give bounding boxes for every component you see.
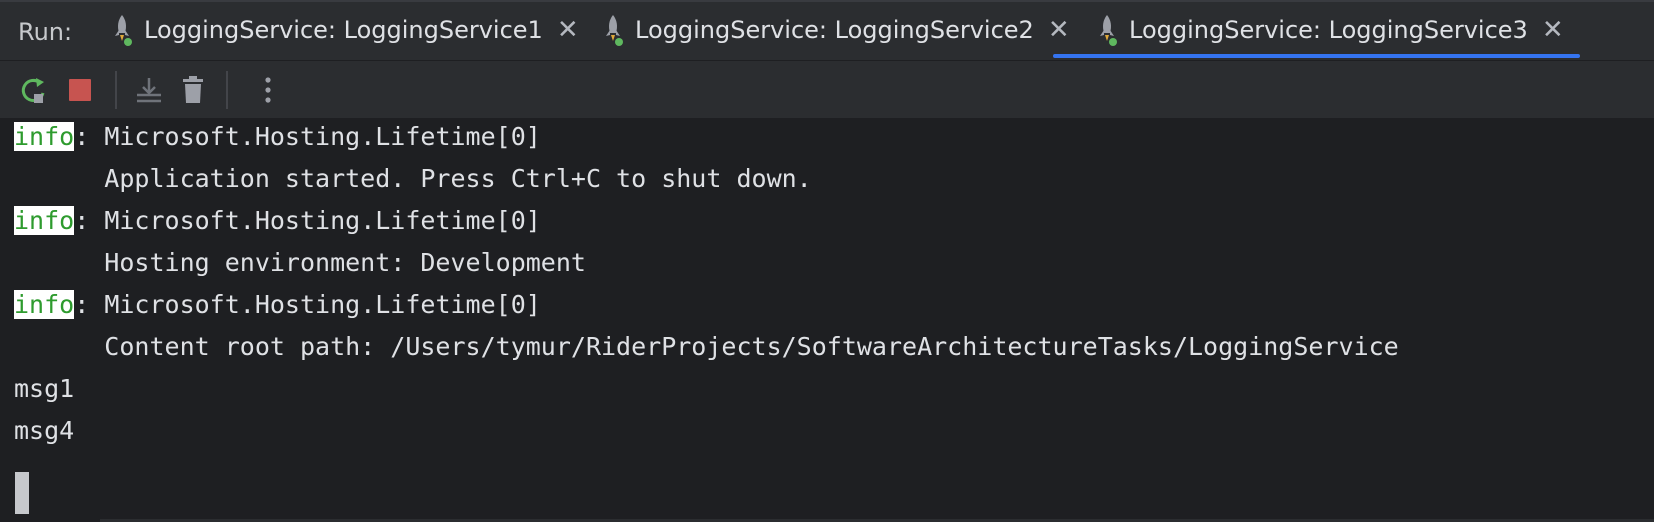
console-line: info: Microsoft.Hosting.Lifetime[0] — [14, 204, 541, 238]
stop-icon — [69, 79, 91, 101]
console-line: msg1 — [14, 374, 75, 403]
run-toolbar — [0, 60, 1654, 118]
log-category: : Microsoft.Hosting.Lifetime[0] — [74, 290, 541, 319]
console-line: msg4 — [14, 416, 75, 445]
clear-all-icon — [183, 76, 203, 103]
scroll-to-end-button[interactable] — [130, 71, 168, 109]
text-cursor — [15, 472, 29, 514]
tab-logging-service-1[interactable]: LoggingService: LoggingService1 ✕ — [108, 0, 579, 60]
toolbar-separator — [226, 71, 228, 109]
run-tool-window: Run: LoggingService: LoggingService1 ✕ L… — [0, 0, 1654, 522]
tab-logging-service-3[interactable]: LoggingService: LoggingService3 ✕ — [1053, 0, 1580, 60]
tab-logging-service-2[interactable]: LoggingService: LoggingService2 ✕ — [599, 0, 1070, 60]
close-tab-icon[interactable]: ✕ — [1048, 17, 1070, 43]
tab-label: LoggingService: LoggingService2 — [635, 16, 1034, 44]
log-level-badge: info — [14, 122, 75, 151]
close-tab-icon[interactable]: ✕ — [1542, 17, 1564, 43]
console-line: Application started. Press Ctrl+C to shu… — [14, 164, 812, 193]
rocket-run-icon — [115, 15, 132, 46]
console-line: info: Microsoft.Hosting.Lifetime[0] — [14, 120, 541, 154]
log-level-badge: info — [14, 290, 75, 319]
console-line: Content root path: /Users/tymur/RiderPro… — [14, 332, 1399, 361]
stop-button[interactable] — [61, 71, 99, 109]
rerun-button[interactable] — [15, 71, 53, 109]
more-options-icon — [265, 77, 271, 103]
run-tab-bar: Run: LoggingService: LoggingService1 ✕ L… — [0, 0, 1654, 60]
scroll-to-end-icon — [137, 78, 161, 103]
log-level-badge: info — [14, 206, 75, 235]
log-category: : Microsoft.Hosting.Lifetime[0] — [74, 206, 541, 235]
log-category: : Microsoft.Hosting.Lifetime[0] — [74, 122, 541, 151]
rerun-icon — [21, 78, 45, 103]
run-label: Run: — [18, 18, 73, 46]
console-line: info: Microsoft.Hosting.Lifetime[0] — [14, 288, 541, 322]
console-line: Hosting environment: Development — [14, 248, 586, 277]
rocket-run-icon — [1100, 15, 1117, 46]
console-output[interactable]: info: Microsoft.Hosting.Lifetime[0] Appl… — [0, 118, 1654, 522]
clear-all-button[interactable] — [174, 71, 212, 109]
close-tab-icon[interactable]: ✕ — [557, 17, 579, 43]
toolbar-separator — [115, 71, 117, 109]
more-options-button[interactable] — [249, 71, 287, 109]
rocket-run-icon — [606, 15, 623, 46]
tab-label: LoggingService: LoggingService3 — [1129, 16, 1528, 44]
tab-label: LoggingService: LoggingService1 — [144, 16, 543, 44]
